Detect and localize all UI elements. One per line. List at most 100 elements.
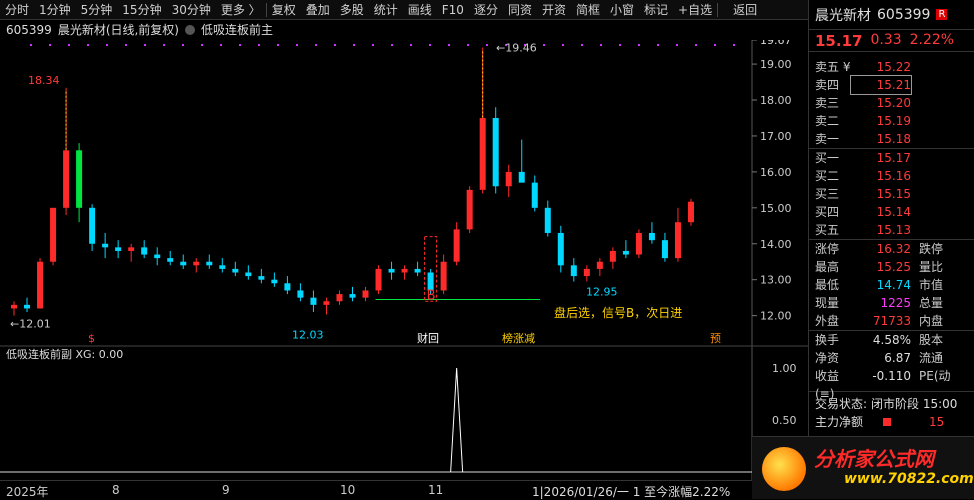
toolbar-item[interactable]: 叠加: [301, 0, 335, 20]
indicator-name[interactable]: 低吸连板前主: [201, 21, 273, 39]
candle-body: [648, 232, 655, 241]
candle-body: [180, 261, 187, 266]
signal-dot: [258, 44, 260, 46]
signal-dot: [562, 44, 564, 46]
signal-dot: [296, 44, 298, 46]
toolbar-item[interactable]: 多股: [335, 0, 369, 20]
toolbar-item[interactable]: F10: [437, 0, 469, 20]
signal-dot: [638, 44, 640, 46]
time-axis: 2025年 8 9 10 11 1|2026/01/26/一 1 至今涨幅2.2…: [0, 480, 752, 499]
main-flow-row: 主力净额 15: [809, 413, 974, 431]
candle-body: [323, 301, 330, 305]
toolbar-item[interactable]: 更多 〉: [216, 0, 266, 20]
quote-row-label-2: 总量: [919, 296, 944, 310]
quote-price-row: 15.17 0.33 2.22%: [809, 30, 974, 52]
toolbar-item[interactable]: 同资: [503, 0, 537, 20]
main-flow-label: 主力净额: [815, 415, 864, 429]
signal-dot: [125, 44, 127, 46]
quote-row-value: 15.14: [876, 205, 911, 219]
annotation-high: 18.34: [28, 74, 60, 87]
quote-row-label: 买三: [815, 187, 840, 201]
toolbar-item[interactable]: 5分钟: [76, 0, 118, 20]
toolbar-item[interactable]: 画线: [403, 0, 437, 20]
quote-row: 买二 15.16: [809, 167, 974, 185]
quote-row: 卖四 15.21: [809, 75, 974, 95]
signal-dot: [410, 44, 412, 46]
signal-dot: [467, 44, 469, 46]
indicator-dot-icon: [185, 25, 195, 35]
quote-row-label: 卖四: [815, 78, 840, 92]
quote-row-label: 卖二: [815, 114, 840, 128]
event-tag: 财回: [417, 331, 439, 345]
signal-dot: [581, 44, 583, 46]
toolbar-item[interactable]: 1分钟: [34, 0, 76, 20]
signal-dot: [676, 44, 678, 46]
quote-row-label: 净资: [815, 351, 840, 365]
annotation-low-mid: 12.03: [292, 329, 324, 342]
toolbar-item[interactable]: 返回: [728, 0, 762, 20]
x-label: 10: [340, 483, 356, 497]
signal-dot: [68, 44, 70, 46]
candle-body: [245, 272, 252, 277]
quote-row-label: 买二: [815, 169, 840, 183]
toolbar-item[interactable]: 15分钟: [117, 0, 166, 20]
quote-code: 605399: [877, 6, 931, 23]
quote-row-label: 卖三: [815, 96, 840, 110]
toolbar-item[interactable]: 标记: [639, 0, 673, 20]
quote-row-value: 14.74: [876, 278, 911, 292]
toolbar-item[interactable]: 逐分: [469, 0, 503, 20]
candle-body: [349, 294, 356, 298]
toolbar-item[interactable]: 30分钟: [167, 0, 216, 20]
candle-body: [570, 265, 577, 277]
event-tag: 榜涨减: [502, 331, 535, 345]
stock-code: 605399: [6, 23, 52, 37]
quote-row-value: 15.25: [876, 260, 911, 274]
signal-dot: [486, 44, 488, 46]
toolbar-item[interactable]: 统计: [369, 0, 403, 20]
signal-dot: [714, 44, 716, 46]
quote-row-value: -0.110: [872, 369, 911, 383]
candle-body: [401, 268, 408, 273]
toolbar-item[interactable]: +自选: [673, 0, 717, 20]
candle-body: [635, 232, 642, 255]
toolbar-item[interactable]: 分时: [0, 0, 34, 20]
signal-dot: [239, 44, 241, 46]
candle-body: [102, 243, 109, 248]
quote-row-label: 现量: [815, 296, 840, 310]
toolbar-item[interactable]: 小窗: [605, 0, 639, 20]
x-label: 11: [428, 483, 444, 497]
xg-spike: [450, 367, 464, 473]
quote-row: 最低 14.74 市值: [809, 276, 974, 294]
quote-row: 现量 1225 总量: [809, 294, 974, 312]
signal-b: B: [427, 288, 436, 303]
signal-dot: [695, 44, 697, 46]
x-label: 8: [112, 483, 120, 497]
quote-row-label-2: 流通: [919, 351, 944, 365]
signal-dot: [201, 44, 203, 46]
x-label: 9: [222, 483, 230, 497]
kline-chart[interactable]: 19.67 19.00 18.00 17.00 16.00 15.00 14.00 13.00…: [0, 34, 808, 480]
signal-dot: [49, 44, 51, 46]
signal-dot: [353, 44, 355, 46]
signal-dot: [619, 44, 621, 46]
toolbar-item[interactable]: 开资: [537, 0, 571, 20]
brand-url: www.70822.com: [844, 471, 974, 487]
signal-dot: [163, 44, 165, 46]
signal-dot: [543, 44, 545, 46]
y-tick-label: 19.67: [760, 40, 792, 47]
candle-body: [596, 261, 603, 269]
toolbar-item[interactable]: 复权: [267, 0, 301, 20]
quote-row-label: 买五: [815, 223, 840, 237]
status-bar: 1|2026/01/26/一 1 至今涨幅2.22%: [532, 485, 731, 499]
candle-body: [284, 283, 291, 291]
quote-row-value: 15.15: [876, 187, 911, 201]
quote-row-value: 15.20: [876, 96, 911, 110]
signal-dot: [600, 44, 602, 46]
price-pct: 2.22%: [909, 32, 955, 48]
toolbar-item[interactable]: 简框: [571, 0, 605, 20]
chart-area[interactable]: 19.67 19.00 18.00 17.00 16.00 15.00 14.00 13.00…: [0, 34, 808, 480]
signal-dot: [144, 44, 146, 46]
signal-dot: [182, 44, 184, 46]
quote-row-value: 6.87: [884, 351, 911, 365]
signal-dot: [334, 44, 336, 46]
